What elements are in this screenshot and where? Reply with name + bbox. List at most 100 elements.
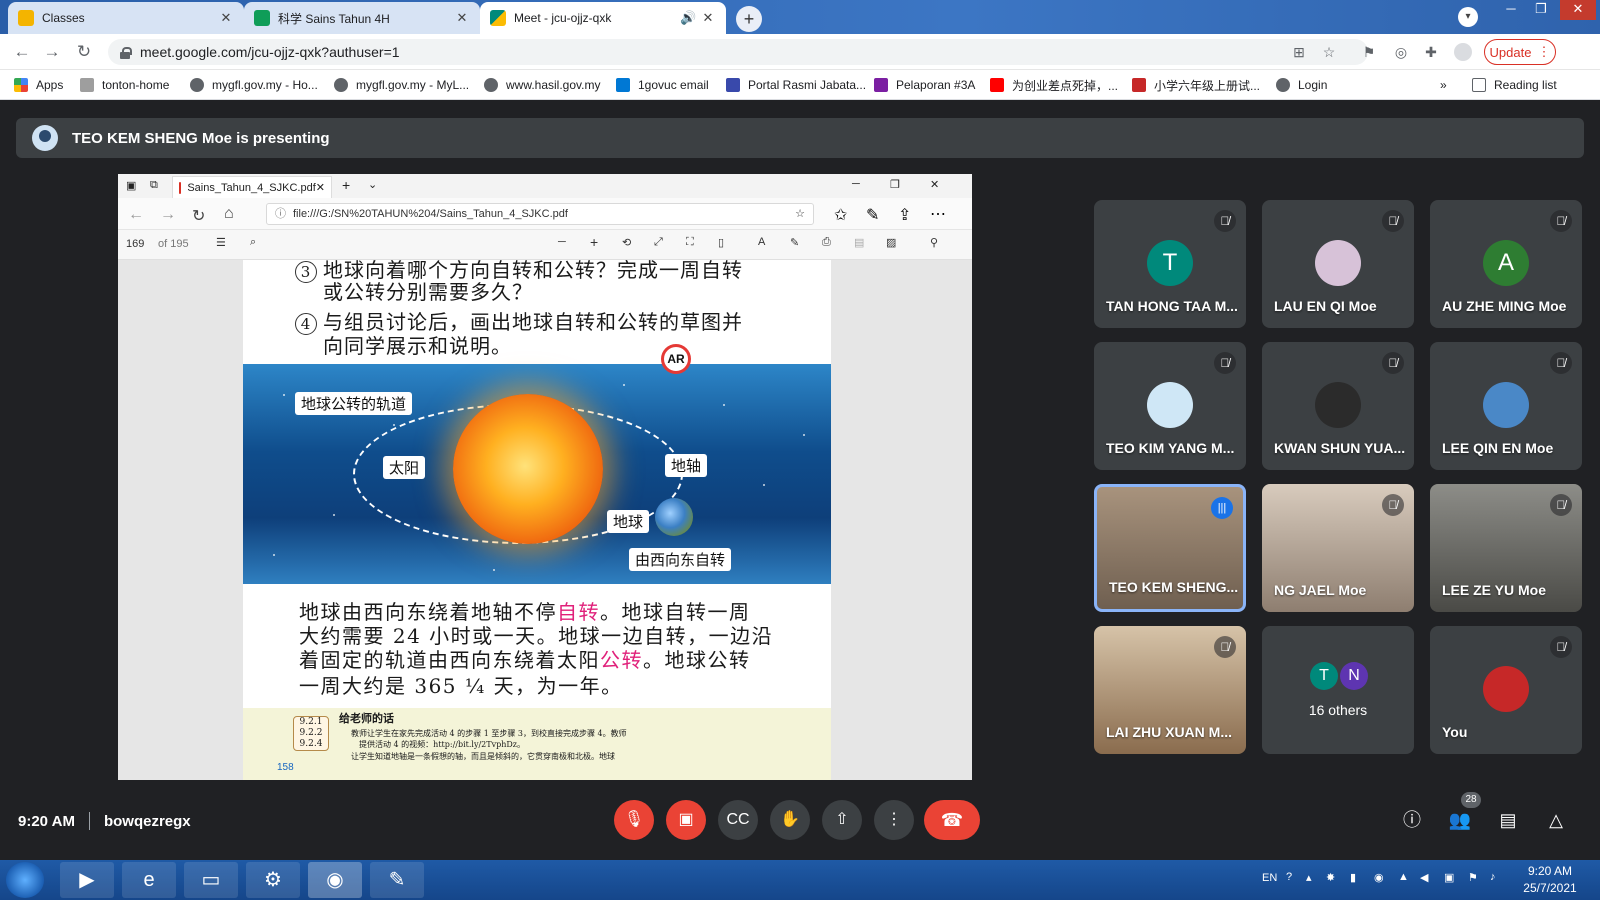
chat-button[interactable]: ▤ — [1494, 806, 1522, 834]
new-tab-icon[interactable]: + — [342, 177, 350, 193]
mic-toggle-button[interactable]: 🎙 — [614, 800, 654, 840]
restore-icon[interactable]: ❐ — [890, 178, 900, 191]
participant-tile[interactable]: 🎙̸ T TAN HONG TAA M... — [1094, 200, 1246, 328]
tray-app-icon[interactable]: ▣ — [1444, 871, 1454, 884]
bookmark-youtube[interactable]: 为创业差点死掉，... — [990, 77, 1118, 93]
reload-icon[interactable]: ↻ — [192, 206, 205, 226]
update-button[interactable]: Update ⋮ — [1484, 39, 1556, 65]
participant-tile[interactable]: 🎙̸ NG JAEL Moe — [1262, 484, 1414, 612]
participant-tile[interactable]: 🎙̸ LAI ZHU XUAN M... — [1094, 626, 1246, 754]
meeting-info-button[interactable]: ⓘ — [1398, 806, 1426, 834]
pdf-viewer[interactable]: 3 地球向着哪个方向自转和公转？完成一周自转 或公转分别需要多久？ 4 与组员讨论后… — [118, 260, 972, 780]
page-number-input[interactable]: 169 — [126, 238, 144, 250]
bookmark-mygfl-2[interactable]: mygfl.gov.my - MyL... — [334, 77, 469, 93]
bookmark-apps[interactable]: Apps — [14, 77, 63, 93]
back-icon[interactable]: ← — [12, 42, 32, 62]
pen-icon[interactable]: ✎ — [866, 205, 879, 225]
contents-icon[interactable]: ☰ — [216, 236, 226, 249]
present-button[interactable]: ⇧ — [822, 800, 862, 840]
minimize-icon[interactable]: ─ — [852, 178, 860, 190]
translate-icon[interactable]: ⊞ — [1290, 43, 1308, 61]
settings-app-icon[interactable]: ⚙ — [246, 862, 300, 898]
flag-icon[interactable]: ⚑ — [1468, 871, 1478, 884]
home-icon[interactable]: ⌂ — [224, 205, 234, 223]
forward-icon[interactable]: → — [160, 206, 176, 224]
minimize-button[interactable]: ─ — [1496, 0, 1526, 20]
close-icon[interactable]: ✕ — [218, 10, 234, 26]
close-icon[interactable]: ✕ — [316, 181, 325, 194]
page-view-icon[interactable]: ▯ — [718, 236, 724, 249]
tray-app-icon[interactable]: ▲ — [1398, 871, 1409, 883]
extension-icon[interactable]: ⚑ — [1360, 43, 1378, 61]
bookmark-hasil[interactable]: www.hasil.gov.my — [484, 77, 600, 93]
bookmark-mygfl-1[interactable]: mygfl.gov.my - Ho... — [190, 77, 318, 93]
favorite-star-icon[interactable]: ☆ — [795, 204, 805, 224]
new-tab-button[interactable]: + — [736, 6, 762, 32]
draw-icon[interactable]: ✎ — [790, 236, 799, 249]
fit-icon[interactable]: ⤢ — [654, 236, 663, 249]
paint-icon[interactable]: ✎ — [370, 862, 424, 898]
speaker-icon[interactable]: 🔊 — [680, 10, 696, 26]
save-as-icon[interactable]: ▨ — [886, 236, 896, 249]
media-player-icon[interactable]: ▶ — [60, 862, 114, 898]
participant-tile-speaking[interactable]: ||| TEO KEM SHENG... — [1094, 484, 1246, 612]
puzzle-icon[interactable]: ✚ — [1422, 43, 1440, 61]
participant-tile[interactable]: 🎙̸ A AU ZHE MING Moe — [1430, 200, 1582, 328]
bookmark-exam[interactable]: 小学六年级上册试... — [1132, 77, 1260, 93]
tray-arrow-icon[interactable]: ▴ — [1306, 871, 1312, 884]
chrome-tray-icon[interactable]: ◉ — [1374, 871, 1384, 884]
tab-preview-icon[interactable]: ⧉ — [150, 179, 158, 192]
taskbar-clock[interactable]: 9:20 AM 25/7/2021 — [1512, 863, 1588, 897]
people-button[interactable]: 👥 — [1446, 806, 1474, 834]
reload-icon[interactable]: ↻ — [74, 42, 94, 62]
tab-classes[interactable]: Classes ✕ — [8, 2, 244, 34]
network-icon[interactable]: ▮ — [1350, 871, 1356, 884]
extension-icon[interactable]: ◎ — [1392, 43, 1410, 61]
participant-tile[interactable]: 🎙̸ TEO KIM YANG M... — [1094, 342, 1246, 470]
volume-tray-icon[interactable]: ◀ — [1420, 871, 1428, 884]
bookmark-pelaporan[interactable]: Pelaporan #3A — [874, 77, 975, 93]
close-window-button[interactable]: ✕ — [1560, 0, 1596, 20]
pin-icon[interactable]: ⚲ — [930, 236, 938, 249]
internet-explorer-icon[interactable]: e — [122, 862, 176, 898]
bookmark-portal[interactable]: Portal Rasmi Jabata... — [726, 77, 866, 93]
self-tile[interactable]: 🎙̸ You — [1430, 626, 1582, 754]
save-icon[interactable]: ▤ — [854, 236, 864, 249]
restore-button[interactable]: ❐ — [1526, 0, 1556, 20]
edge-tab-pdf[interactable]: Sains_Tahun_4_SJKC.pdf ✕ — [172, 176, 332, 198]
bookmark-star-icon[interactable]: ☆ — [1320, 43, 1338, 61]
search-icon[interactable]: ⌕ — [250, 236, 256, 249]
more-icon[interactable]: ⋯ — [930, 204, 946, 224]
zoom-out-icon[interactable]: ─ — [558, 236, 566, 248]
forward-icon[interactable]: → — [42, 42, 62, 62]
bookmark-login[interactable]: Login — [1276, 77, 1327, 93]
close-icon[interactable]: ✕ — [700, 10, 716, 26]
participant-tile[interactable]: 🎙̸ LEE QIN EN Moe — [1430, 342, 1582, 470]
chevron-down-icon[interactable]: ⌄ — [368, 178, 377, 191]
activities-button[interactable]: △ — [1542, 806, 1570, 834]
chrome-icon[interactable]: ◉ — [308, 862, 362, 898]
participant-tile[interactable]: 🎙̸ LAU EN QI Moe — [1262, 200, 1414, 328]
file-explorer-icon[interactable]: ▭ — [184, 862, 238, 898]
tab-search-icon[interactable]: ▾ — [1458, 7, 1478, 27]
tab-sains[interactable]: 科学 Sains Tahun 4H ✕ — [244, 2, 480, 34]
reading-list[interactable]: Reading list — [1472, 77, 1557, 93]
bookmarks-overflow-icon[interactable]: » — [1440, 77, 1447, 93]
address-bar[interactable]: meet.google.com/jcu-ojjz-qxk?authuser=1 — [108, 39, 1368, 65]
print-icon[interactable]: ⎙ — [822, 236, 831, 249]
raise-hand-button[interactable]: ✋ — [770, 800, 810, 840]
tray-app-icon[interactable]: ✸ — [1326, 871, 1335, 884]
favorites-icon[interactable]: ✩ — [834, 205, 847, 225]
tab-meet[interactable]: Meet - jcu-ojjz-qxk 🔊 ✕ — [480, 2, 726, 34]
language-indicator[interactable]: EN — [1262, 872, 1277, 884]
help-icon[interactable]: ? — [1286, 871, 1292, 883]
participant-tile[interactable]: 🎙̸ LEE ZE YU Moe — [1430, 484, 1582, 612]
share-icon[interactable]: ⇪ — [898, 205, 911, 225]
start-button[interactable] — [6, 862, 44, 898]
speaker-icon[interactable]: ♪ — [1490, 871, 1496, 883]
fullscreen-icon[interactable]: ⛶ — [686, 236, 694, 249]
read-aloud-icon[interactable]: A — [758, 236, 765, 248]
ar-pin-icon[interactable]: AR — [661, 344, 691, 374]
captions-button[interactable]: CC — [718, 800, 758, 840]
profile-avatar-icon[interactable] — [1454, 43, 1472, 61]
